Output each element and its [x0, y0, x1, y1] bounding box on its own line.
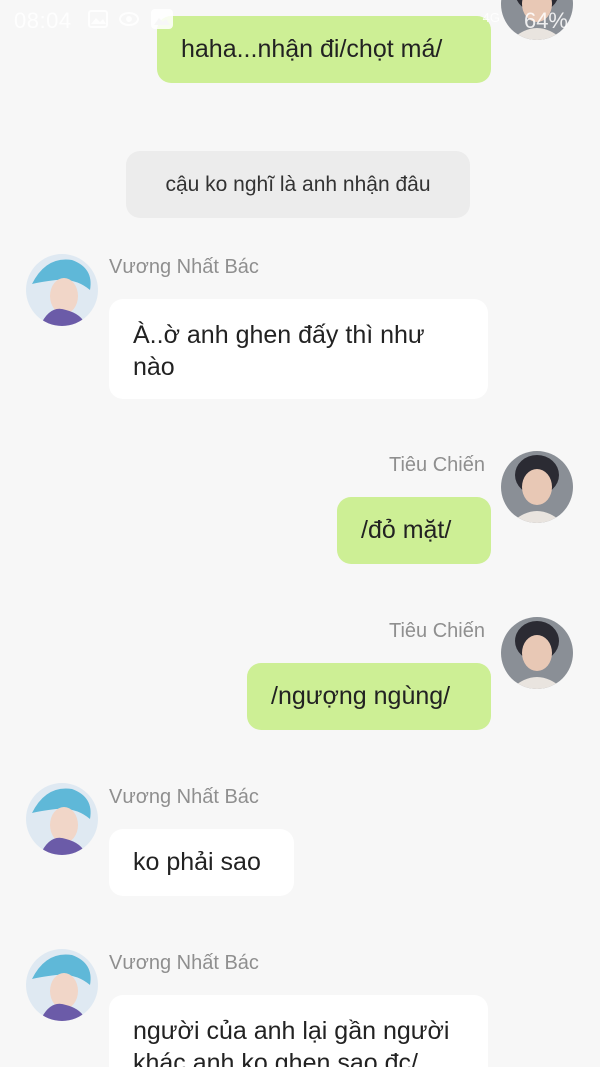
message-text: /đỏ mặt/: [361, 516, 452, 544]
message-bubble-other[interactable]: ko phải sao: [109, 829, 294, 896]
sender-name: Tiêu Chiến: [389, 620, 485, 642]
message-bubble-self[interactable]: /ngượng ngùng/: [247, 663, 491, 730]
message-bubble-other[interactable]: À..ờ anh ghen đấy thì như nào: [109, 299, 488, 399]
sender-name: Vương Nhất Bác: [109, 256, 259, 278]
message-text: À..ờ anh ghen đấy thì như nào: [133, 321, 425, 381]
message-text: haha...nhận đi/chọt má/: [181, 35, 443, 63]
status-time: 08:04: [14, 8, 72, 33]
avatar-tieu-chien[interactable]: [501, 0, 573, 40]
message-bubble-self[interactable]: /đỏ mặt/: [337, 497, 491, 564]
avatar-vuong-nhat-bac[interactable]: [26, 783, 98, 855]
sender-name: Vương Nhất Bác: [109, 786, 259, 808]
eye-icon: [118, 10, 139, 28]
sender-name: Tiêu Chiến: [389, 454, 485, 476]
avatar-vuong-nhat-bac[interactable]: [26, 254, 98, 326]
system-message-text: cậu ko nghĩ là anh nhận đâu: [165, 173, 431, 196]
message-bubble-self[interactable]: haha...nhận đi/chọt má/: [157, 16, 491, 83]
message-text: ko phải sao: [133, 848, 261, 876]
sender-name: Vương Nhất Bác: [109, 952, 259, 974]
message-text: người của anh lại gần người khác anh ko …: [133, 1017, 450, 1067]
avatar-tieu-chien[interactable]: [501, 451, 573, 523]
chat-screen[interactable]: 08:04 4G 64% haha...nhận đi/chọt má/ cậu…: [0, 0, 600, 1067]
message-bubble-other[interactable]: người của anh lại gần người khác anh ko …: [109, 995, 488, 1067]
message-text: /ngượng ngùng/: [271, 682, 451, 710]
avatar-tieu-chien[interactable]: [501, 617, 573, 689]
gallery-icon: [88, 10, 108, 28]
avatar-vuong-nhat-bac[interactable]: [26, 949, 98, 1021]
system-message: cậu ko nghĩ là anh nhận đâu: [126, 151, 470, 218]
